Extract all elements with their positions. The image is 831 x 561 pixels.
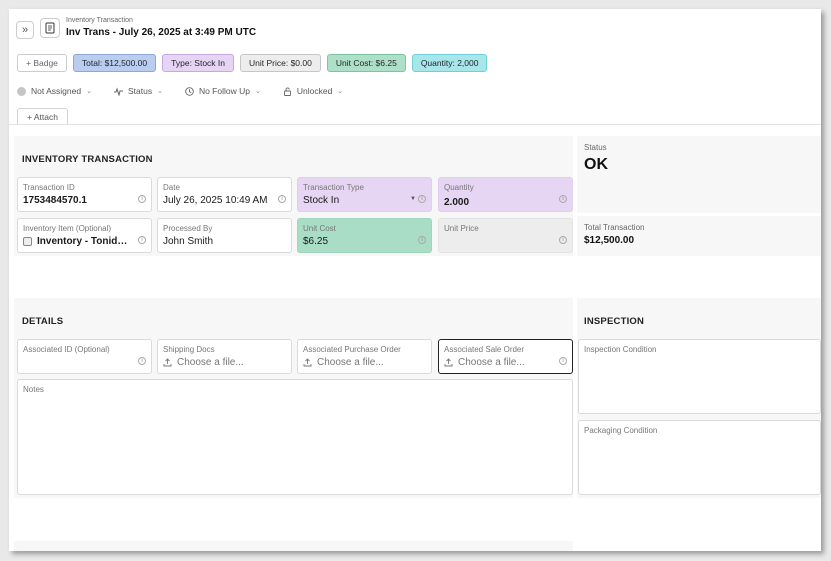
next-section [14,541,573,551]
field-label: Date [163,183,180,192]
section-title: INSPECTION [584,316,645,327]
info-icon: i [559,195,567,203]
file-placeholder: Choose a file... [317,357,384,368]
file-placeholder: Choose a file... [458,357,525,368]
quantity-badge[interactable]: Quantity: 2,000 [411,54,488,72]
lock-label: Unlocked [296,86,333,96]
field-value: July 26, 2025 10:49 AM [163,195,268,206]
breadcrumb[interactable]: Inventory Transaction [66,17,133,24]
chevron-down-icon: ⌄ [337,88,344,95]
upload-icon [444,358,453,367]
transaction-type-select[interactable]: Transaction Type Stock In ▼ i [297,177,432,212]
dropdown-arrow-icon: ▼ [410,196,416,202]
chevron-down-icon: ⌄ [86,88,92,95]
total-transaction-value: $12,500.00 [584,235,635,246]
info-icon: i [418,195,426,203]
chevron-down-icon: ⌄ [157,88,163,95]
info-icon: i [559,357,567,365]
status-label: Status [584,143,607,152]
info-icon: i [138,357,146,365]
record-window: » Inventory Transaction Inv Trans - July… [9,9,821,551]
assignee-dropdown[interactable]: Not Assigned ⌄ [17,86,92,96]
field-label: Associated Sale Order [444,345,525,354]
unit-price-badge[interactable]: Unit Price: $0.00 [240,54,321,72]
avatar-icon [17,86,26,96]
activity-icon [113,86,123,96]
field-value: John Smith [163,236,214,247]
file-picker[interactable]: Choose a file... [163,357,244,368]
inventory-item-field[interactable]: Inventory Item (Optional) Inventory - To… [17,218,152,253]
purchase-order-upload[interactable]: Associated Purchase Order Choose a file.… [297,339,432,374]
notes-textarea[interactable]: Notes [17,379,573,495]
unit-price-field[interactable]: Unit Price i [438,218,573,253]
shipping-docs-upload[interactable]: Shipping Docs Choose a file... [157,339,292,374]
info-icon: i [138,195,146,203]
assignee-label: Not Assigned [31,86,82,96]
status-dropdown[interactable]: Status ⌄ [113,86,163,96]
unlock-icon [283,87,291,96]
field-label: Transaction Type [303,183,364,192]
lock-dropdown[interactable]: Unlocked ⌄ [283,86,343,96]
field-value: 1753484570.1 [23,195,87,206]
expand-button[interactable]: » [16,21,34,39]
date-field[interactable]: Date July 26, 2025 10:49 AM i [157,177,292,212]
status-value: OK [584,156,608,173]
associated-id-field[interactable]: Associated ID (Optional) i [17,339,152,374]
double-chevron-icon: » [21,24,29,36]
follow-up-label: No Follow Up [198,86,250,96]
total-badge[interactable]: Total: $12,500.00 [72,54,157,72]
field-label: Quantity [444,183,474,192]
upload-icon [163,358,172,367]
quantity-field[interactable]: Quantity 2.000 i [438,177,573,212]
section-title: INVENTORY TRANSACTION [22,154,153,165]
attach-tab[interactable]: + Attach [17,108,68,125]
field-label: Inspection Condition [584,345,657,354]
field-label: Transaction ID [23,183,75,192]
field-label: Packaging Condition [584,426,658,435]
field-label: Unit Price [444,224,479,233]
file-placeholder: Choose a file... [177,357,244,368]
upload-icon [303,358,312,367]
info-icon: i [138,236,146,244]
transaction-id-field[interactable]: Transaction ID 1753484570.1 i [17,177,152,212]
divider [9,124,821,125]
chevron-down-icon: ⌄ [254,88,261,95]
field-label: Unit Cost [303,224,336,233]
unit-cost-badge[interactable]: Unit Cost: $6.25 [326,54,406,72]
sale-order-upload[interactable]: Associated Sale Order Choose a file... i [438,339,573,374]
field-label: Associated ID (Optional) [23,345,110,354]
document-icon [40,18,60,38]
field-label: Processed By [163,224,213,233]
info-icon: i [559,236,567,244]
follow-up-dropdown[interactable]: No Follow Up ⌄ [185,86,261,96]
file-picker[interactable]: Choose a file... [444,357,525,368]
field-value: 2.000 [444,197,470,208]
inspection-condition-field[interactable]: Inspection Condition [578,339,821,414]
processed-by-field[interactable]: Processed By John Smith [157,218,292,253]
inventory-item-value: Inventory - Tonid… [23,236,127,247]
field-value: Stock In [303,195,340,206]
section-title: DETAILS [22,316,64,327]
status-label: Status [127,86,153,96]
clock-icon [185,86,194,96]
badge-row: + Badge Total: $12,500.00 Type: Stock In… [17,54,488,72]
add-badge-button[interactable]: + Badge [17,54,67,72]
filter-row: Not Assigned ⌄ Status ⌄ No Follow Up ⌄ U… [17,86,343,96]
field-label: Associated Purchase Order [303,345,401,354]
field-value: Inventory - Tonid… [37,236,128,247]
page-title: Inv Trans - July 26, 2025 at 3:49 PM UTC [66,27,257,38]
info-icon: i [278,195,286,203]
type-badge[interactable]: Type: Stock In [162,54,235,72]
field-label: Shipping Docs [163,345,215,354]
info-icon: i [418,236,426,244]
field-label: Notes [23,385,44,394]
field-value: $6.25 [303,236,329,247]
file-picker[interactable]: Choose a file... [303,357,384,368]
packaging-condition-field[interactable]: Packaging Condition [578,420,821,495]
item-icon [23,237,32,246]
status-panel [577,136,821,213]
unit-cost-field[interactable]: Unit Cost $6.25 i [297,218,432,253]
total-transaction-label: Total Transaction [584,223,645,232]
field-label: Inventory Item (Optional) [23,224,112,233]
